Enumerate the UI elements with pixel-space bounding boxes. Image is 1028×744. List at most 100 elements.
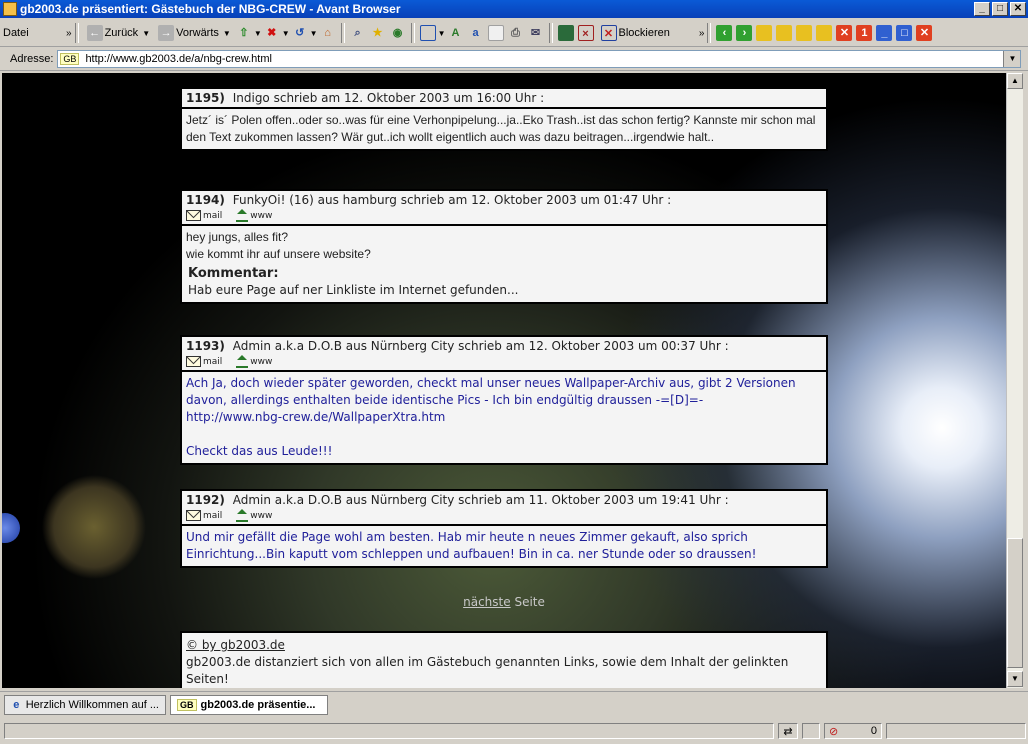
tile-vertical-icon[interactable] xyxy=(796,25,813,41)
maximize-button[interactable]: □ xyxy=(992,2,1008,16)
tab-close-icon[interactable]: ✕ xyxy=(916,25,933,41)
entry-author-line: FunkyOi! (16) aus hamburg schrieb am 12.… xyxy=(232,193,672,207)
translate-icon[interactable]: a xyxy=(468,25,484,41)
forward-button-label: Vorwärts xyxy=(176,27,219,39)
popup-counter[interactable]: ⊘ 0 xyxy=(824,723,882,739)
tab-gb2003[interactable]: GB gb2003.de präsentie... xyxy=(170,695,328,715)
search-icon[interactable]: ⌕ xyxy=(350,25,366,41)
mail-send-icon[interactable]: ✉ xyxy=(528,25,544,41)
ie-page-icon: e xyxy=(13,699,20,711)
blocked-popup-icon: ⊘ xyxy=(829,725,839,738)
cascade-icon[interactable] xyxy=(756,25,773,41)
next-page-link[interactable]: nächste Seite xyxy=(180,595,828,609)
entry-body: Ach Ja, doch wieder später geworden, che… xyxy=(180,372,828,465)
address-input[interactable]: GB http://www.gb2003.de/a/nbg-crew.html … xyxy=(57,50,1022,68)
back-arrow-icon: ← xyxy=(86,25,103,41)
close-all-icon[interactable]: ✕ xyxy=(836,25,853,41)
page-icon[interactable] xyxy=(487,25,504,41)
back-button[interactable]: ← Zurück ▼ xyxy=(82,22,154,44)
scroll-up-button[interactable]: ▲ xyxy=(1007,73,1023,89)
address-url[interactable]: http://www.gb2003.de/a/nbg-crew.html xyxy=(85,53,272,65)
tab-prev-icon[interactable]: ‹ xyxy=(716,25,733,41)
entry-body: Und mir gefällt die Page wohl am besten.… xyxy=(180,526,828,568)
block-icon: ✕ xyxy=(600,25,617,41)
tab-minimize-icon[interactable]: _ xyxy=(876,25,893,41)
site-favicon: GB xyxy=(177,699,197,711)
mail-icon[interactable] xyxy=(186,210,201,221)
tab-label: Herzlich Willkommen auf ... xyxy=(25,699,159,711)
entry-body: hey jungs, alles fit? wie kommt ihr auf … xyxy=(180,226,828,304)
home-icon[interactable] xyxy=(236,209,249,222)
app-icon xyxy=(3,2,17,16)
www-link[interactable]: www xyxy=(250,511,272,521)
mail-icon[interactable] xyxy=(186,510,201,521)
entry-number: 1192) xyxy=(186,493,225,507)
tile-horizontal-icon[interactable] xyxy=(776,25,793,41)
favorites-star-icon[interactable]: ★ xyxy=(370,25,386,41)
www-link[interactable]: www xyxy=(250,357,272,367)
next-page-link-text[interactable]: nächste xyxy=(463,595,511,609)
entry-header: 1195) Indigo schrieb am 12. Oktober 2003… xyxy=(180,87,828,109)
entry-text-line: Ach Ja, doch wieder später geworden, che… xyxy=(186,376,796,407)
tab-welcome[interactable]: e Herzlich Willkommen auf ... xyxy=(4,695,166,715)
copyright-link[interactable]: © by gb2003.de xyxy=(186,637,822,654)
minimize-button[interactable]: _ xyxy=(974,2,990,16)
mail-link[interactable]: mail xyxy=(203,211,222,221)
chevron-down-icon[interactable]: ▼ xyxy=(142,29,150,38)
comment-label: Kommentar: xyxy=(188,266,279,281)
network-icon[interactable]: ⇄ xyxy=(778,723,798,739)
up-icon[interactable]: ⇧ xyxy=(236,25,252,41)
font-size-icon[interactable]: A xyxy=(448,25,464,41)
chevron-down-icon[interactable]: ▼ xyxy=(254,29,262,38)
home-icon[interactable] xyxy=(236,509,249,522)
forward-arrow-icon: → xyxy=(158,25,175,41)
main-toolbar: Datei » ← Zurück ▼ → Vorwärts ▼ ⇧ ▼ ✖ ▼ … xyxy=(0,20,1028,47)
chevron-right-icon[interactable]: » xyxy=(66,28,72,39)
home-icon[interactable]: ⌂ xyxy=(320,25,336,41)
close-button[interactable]: ✕ xyxy=(1010,2,1026,16)
entry-number: 1193) xyxy=(186,339,225,353)
chevron-down-icon[interactable]: ▼ xyxy=(438,29,446,38)
forward-button[interactable]: → Vorwärts ▼ xyxy=(153,22,234,44)
entry-link[interactable]: http://www.nbg-crew.de/WallpaperXtra.htm xyxy=(186,409,822,426)
one-window-icon[interactable]: 1 xyxy=(856,25,873,41)
popup-block-icon[interactable]: × xyxy=(577,25,594,41)
tab-restore-icon[interactable]: □ xyxy=(896,25,913,41)
mail-link[interactable]: mail xyxy=(203,511,222,521)
guestbook-entry: 1195) Indigo schrieb am 12. Oktober 2003… xyxy=(180,87,828,151)
page-content[interactable]: 1195) Indigo schrieb am 12. Oktober 2003… xyxy=(2,73,1006,688)
chevron-down-icon[interactable]: ▼ xyxy=(282,29,290,38)
site-favicon: GB xyxy=(60,53,80,65)
window-title: gb2003.de präsentiert: Gästebuch der NBG… xyxy=(20,2,401,16)
entry-author-line: Admin a.k.a D.O.B aus Nürnberg City schr… xyxy=(232,339,729,353)
mail-link[interactable]: mail xyxy=(203,357,222,367)
entry-header: 1194) FunkyOi! (16) aus hamburg schrieb … xyxy=(180,189,828,226)
image-icon[interactable] xyxy=(557,25,574,41)
tab-next-icon[interactable]: › xyxy=(736,25,753,41)
blocked-popup-count: 0 xyxy=(870,725,877,737)
status-panel-right xyxy=(886,723,1026,739)
status-bar: ⇄ ⊘ 0 xyxy=(0,720,1028,742)
disclaimer-text: gb2003.de distanziert sich von allen im … xyxy=(186,655,789,686)
www-link[interactable]: www xyxy=(250,211,272,221)
restore-all-icon[interactable] xyxy=(816,25,833,41)
chevron-right-icon[interactable]: » xyxy=(699,28,705,39)
back-button-label: Zurück xyxy=(104,27,139,39)
history-icon[interactable]: ◉ xyxy=(390,25,406,41)
chevron-down-icon[interactable]: ▼ xyxy=(310,29,318,38)
vertical-scrollbar[interactable]: ▲ ▼ xyxy=(1006,73,1023,688)
chevron-down-icon[interactable]: ▼ xyxy=(1003,51,1021,67)
next-page-link-suffix[interactable]: Seite xyxy=(514,595,544,609)
scroll-thumb[interactable] xyxy=(1007,538,1023,668)
window-icon[interactable] xyxy=(419,25,436,41)
home-icon[interactable] xyxy=(236,355,249,368)
chevron-down-icon[interactable]: ▼ xyxy=(223,29,231,38)
stop-icon[interactable]: ✖ xyxy=(264,25,280,41)
block-button[interactable]: ✕ Blockieren xyxy=(596,22,673,44)
refresh-icon[interactable]: ↺ xyxy=(292,25,308,41)
scroll-down-button[interactable]: ▼ xyxy=(1007,671,1023,687)
print-icon[interactable]: ⎙ xyxy=(508,25,524,41)
window-title-bar[interactable]: gb2003.de präsentiert: Gästebuch der NBG… xyxy=(0,0,1028,18)
mail-icon[interactable] xyxy=(186,356,201,367)
menu-file[interactable]: Datei xyxy=(0,22,66,44)
